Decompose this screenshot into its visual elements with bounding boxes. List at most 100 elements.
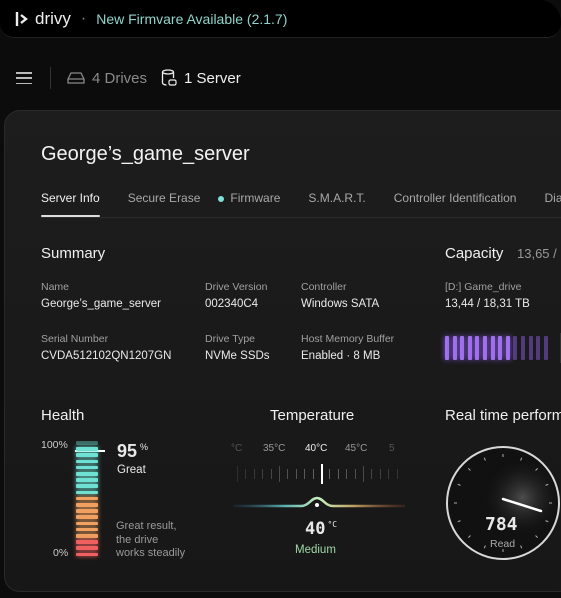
temperature-tick <box>388 469 390 479</box>
tick-label: 40°C <box>305 443 328 454</box>
health-segment <box>76 521 98 526</box>
temperature-status: Medium <box>295 544 336 556</box>
temperature-heading: Temperature <box>270 407 355 424</box>
tick-label: 45°C <box>345 443 368 454</box>
tab-label: Firmware <box>230 191 281 205</box>
navigation: 4 Drives 1 Server <box>16 66 255 90</box>
health-segment <box>76 515 98 519</box>
capacity-heading: Capacity <box>445 245 504 262</box>
capacity-segment <box>498 336 503 360</box>
field-value: NVMe SSDs <box>205 350 270 362</box>
health-number: 95 <box>117 441 138 461</box>
temperature-curve <box>233 496 405 508</box>
temperature-tick <box>237 466 238 482</box>
temperature-tick <box>379 469 381 479</box>
field-label: Serial Number <box>41 333 109 345</box>
temperature-tick <box>295 469 297 479</box>
capacity-segment <box>483 336 487 360</box>
top-bar: drivy · New Firmvare Available (2.1.7) <box>0 0 561 38</box>
capacity-segment <box>460 336 465 360</box>
temperature-tick <box>346 469 348 479</box>
temperature-unit: °C <box>327 520 338 530</box>
health-segment <box>76 453 98 457</box>
temperature-value: 40 °C <box>305 519 337 539</box>
health-description: Great result, the drive works steadily <box>116 520 185 561</box>
capacity-segment <box>490 336 495 360</box>
tick-label: 35°C <box>263 443 286 454</box>
health-segment <box>76 552 98 557</box>
drivy-logo-icon <box>15 11 28 26</box>
field-label: Drive Version <box>205 281 268 293</box>
servers-nav-item[interactable]: 1 Server <box>161 69 241 87</box>
health-segment <box>76 509 98 513</box>
capacity-segment <box>543 336 548 360</box>
capacity-total: 13,65 / <box>517 246 557 261</box>
capacity-segment <box>475 336 480 360</box>
temperature-tick <box>363 466 364 482</box>
page-title: George’s_game_server <box>41 143 250 165</box>
temperature-tick <box>270 469 272 479</box>
capacity-segment <box>445 336 449 360</box>
drives-label: 4 Drives <box>92 69 148 87</box>
performance-heading: Real time perform <box>445 407 561 424</box>
health-value: 95% <box>117 441 148 462</box>
logo: drivy <box>14 9 71 29</box>
health-segment <box>76 478 98 482</box>
tab-smart[interactable]: S.M.A.R.T. <box>308 191 365 205</box>
tab-diagnostics[interactable]: Diag <box>544 191 561 205</box>
description-line: Great result, <box>116 520 177 532</box>
health-segment <box>76 447 98 451</box>
temperature-tick <box>245 469 247 479</box>
health-unit: % <box>140 442 149 452</box>
capacity-segment <box>513 336 518 360</box>
temperature-number: 40 <box>305 519 326 539</box>
health-segment <box>76 534 98 538</box>
performance-value: 784 <box>485 514 518 535</box>
field-value: 002340C4 <box>205 298 259 310</box>
health-segment <box>76 484 98 488</box>
health-min-label: 0% <box>53 547 69 559</box>
tab-firmware[interactable]: Firmware <box>218 191 280 205</box>
health-heading: Health <box>41 407 85 424</box>
temperature-tick <box>337 469 339 479</box>
field-label: Name <box>41 281 70 293</box>
separator: · <box>80 9 87 27</box>
tab-controller-identification[interactable]: Controller Identification <box>394 191 517 205</box>
menu-icon[interactable] <box>16 72 32 84</box>
server-icon <box>161 69 177 86</box>
drive-icon <box>67 72 85 84</box>
divider <box>50 67 51 89</box>
temperature-tick <box>321 464 323 484</box>
field-value: Windows SATA <box>301 298 380 310</box>
field-value: CVDA512102QN1207GN <box>41 350 172 362</box>
temperature-tick <box>253 469 255 479</box>
servers-label: 1 Server <box>184 69 241 87</box>
health-segment <box>76 459 98 464</box>
temperature-tick <box>371 469 373 479</box>
tab-server-info[interactable]: Server Info <box>41 191 100 217</box>
tab-secure-erase[interactable]: Secure Erase <box>128 191 201 205</box>
temperature-tick <box>312 469 314 479</box>
performance-label: Read <box>490 538 516 550</box>
tab-bar: Server Info Secure Erase Firmware S.M.A.… <box>41 191 561 217</box>
capacity-segment <box>528 336 533 360</box>
server-card: George’s_game_server Server Info Secure … <box>4 110 561 592</box>
description-line: the drive <box>116 533 159 546</box>
temperature-tick <box>396 469 398 479</box>
capacity-segment <box>452 336 457 360</box>
temperature-tick <box>287 469 289 479</box>
temperature-tick <box>304 469 306 479</box>
field-value: George’s_game_server <box>41 298 161 310</box>
brand-name: drivy <box>35 8 71 28</box>
health-segment <box>76 490 98 495</box>
temperature-tick <box>279 466 280 482</box>
health-segment <box>76 546 98 550</box>
tick-label: 5 <box>389 443 395 454</box>
temperature-tick <box>329 469 331 479</box>
health-max-label: 100% <box>41 439 68 451</box>
field-label: Controller <box>301 281 347 293</box>
tab-divider <box>41 217 561 218</box>
capacity-segment <box>467 336 472 360</box>
firmware-notice-link[interactable]: New Firmvare Available (2.1.7) <box>96 11 287 27</box>
drives-nav-item[interactable]: 4 Drives <box>67 70 147 87</box>
